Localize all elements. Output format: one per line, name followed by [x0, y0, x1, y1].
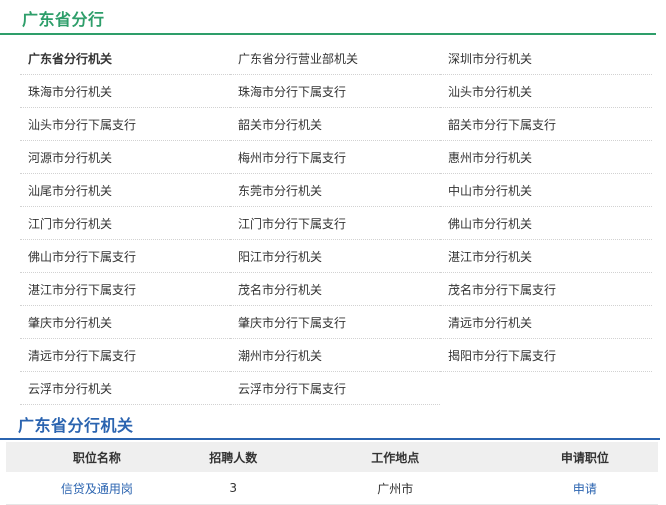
branch-link[interactable]: 清远市分行下属支行 [20, 339, 230, 372]
branch-link[interactable]: 深圳市分行机关 [440, 42, 652, 75]
branch-link[interactable]: 梅州市分行下属支行 [230, 141, 440, 174]
branch-link[interactable]: 珠海市分行机关 [20, 75, 230, 108]
branch-link[interactable]: 茂名市分行机关 [230, 273, 440, 306]
column-header-apply: 申请职位 [511, 442, 658, 472]
column-header-count: 招聘人数 [187, 442, 279, 472]
branch-link[interactable]: 广东省分行机关 [20, 42, 230, 75]
branch-link[interactable]: 潮州市分行机关 [230, 339, 440, 372]
branch-link[interactable]: 揭阳市分行下属支行 [440, 339, 652, 372]
job-count: 3 [187, 472, 279, 505]
branch-link[interactable]: 佛山市分行机关 [440, 207, 652, 240]
branch-grid: 广东省分行机关 广东省分行营业部机关 深圳市分行机关 珠海市分行机关 珠海市分行… [20, 42, 652, 405]
branch-link[interactable]: 湛江市分行下属支行 [20, 273, 230, 306]
section-divider [0, 438, 660, 440]
column-header-name: 职位名称 [6, 442, 188, 472]
branch-link[interactable]: 肇庆市分行下属支行 [230, 306, 440, 339]
branch-link[interactable]: 云浮市分行下属支行 [230, 372, 440, 405]
job-name-link[interactable]: 信贷及通用岗 [6, 472, 188, 505]
branch-link[interactable]: 东莞市分行机关 [230, 174, 440, 207]
branch-link[interactable]: 汕尾市分行机关 [20, 174, 230, 207]
branch-link[interactable]: 惠州市分行机关 [440, 141, 652, 174]
branch-link[interactable]: 汕头市分行下属支行 [20, 108, 230, 141]
apply-link[interactable]: 申请 [511, 472, 658, 505]
branch-link[interactable]: 佛山市分行下属支行 [20, 240, 230, 273]
table-row: 信贷及通用岗 3 广州市 申请 [6, 472, 658, 505]
branch-link[interactable]: 清远市分行机关 [440, 306, 652, 339]
section-title: 广东省分行机关 [18, 416, 134, 435]
branch-link[interactable]: 湛江市分行机关 [440, 240, 652, 273]
branch-link[interactable]: 韶关市分行机关 [230, 108, 440, 141]
branch-link[interactable]: 阳江市分行机关 [230, 240, 440, 273]
branch-link[interactable]: 江门市分行下属支行 [230, 207, 440, 240]
jobs-table: 职位名称 招聘人数 工作地点 申请职位 信贷及通用岗 3 广州市 申请 [6, 442, 658, 505]
branch-link[interactable]: 中山市分行机关 [440, 174, 652, 207]
branch-link[interactable]: 汕头市分行机关 [440, 75, 652, 108]
branch-link[interactable]: 广东省分行营业部机关 [230, 42, 440, 75]
branch-link[interactable]: 江门市分行机关 [20, 207, 230, 240]
branch-link[interactable]: 肇庆市分行机关 [20, 306, 230, 339]
column-header-location: 工作地点 [278, 442, 512, 472]
branch-link[interactable]: 河源市分行机关 [20, 141, 230, 174]
branch-link[interactable]: 云浮市分行机关 [20, 372, 230, 405]
branch-link[interactable]: 茂名市分行下属支行 [440, 273, 652, 306]
job-location: 广州市 [278, 472, 512, 505]
region-title: 广东省分行 [22, 10, 105, 29]
branch-link[interactable]: 韶关市分行下属支行 [440, 108, 652, 141]
region-header: 广东省分行 [0, 0, 656, 35]
table-header-row: 职位名称 招聘人数 工作地点 申请职位 [6, 442, 658, 472]
branch-link[interactable]: 珠海市分行下属支行 [230, 75, 440, 108]
